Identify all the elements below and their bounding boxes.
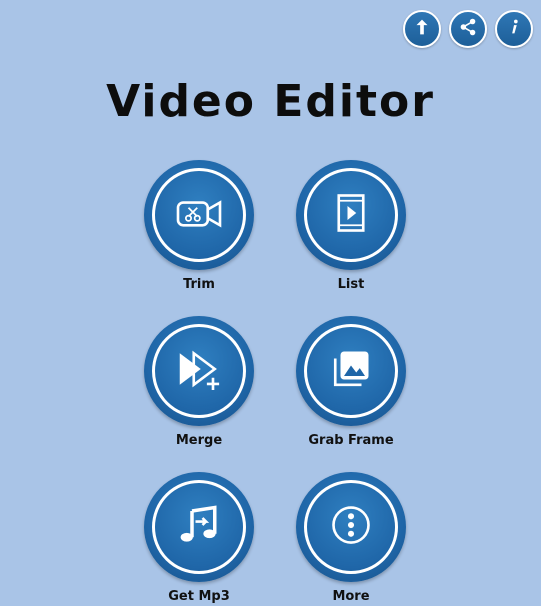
menu-grid: Trim List Merge Grab Frame Get Mp3 More	[140, 160, 410, 606]
upload-button[interactable]	[403, 10, 441, 48]
share-icon	[457, 16, 479, 42]
upload-icon	[411, 16, 433, 42]
share-button[interactable]	[449, 10, 487, 48]
top-toolbar	[403, 10, 533, 48]
more-tile[interactable]: More	[292, 472, 410, 606]
list-label: List	[337, 277, 365, 292]
get-mp3-tile[interactable]: Get Mp3	[140, 472, 258, 606]
grab-frame-label: Grab Frame	[308, 433, 394, 448]
app-title: Video Editor	[106, 76, 435, 127]
more-button[interactable]	[296, 472, 406, 582]
more-label: More	[332, 589, 370, 604]
grab-frame-button[interactable]	[296, 316, 406, 426]
list-button[interactable]	[296, 160, 406, 270]
info-icon	[503, 16, 525, 42]
list-tile[interactable]: List	[292, 160, 410, 294]
merge-button[interactable]	[144, 316, 254, 426]
info-button[interactable]	[495, 10, 533, 48]
trim-label: Trim	[183, 277, 215, 292]
trim-button[interactable]	[144, 160, 254, 270]
merge-label: Merge	[175, 433, 223, 448]
get-mp3-button[interactable]	[144, 472, 254, 582]
get-mp3-label: Get Mp3	[168, 589, 230, 604]
merge-tile[interactable]: Merge	[140, 316, 258, 450]
trim-tile[interactable]: Trim	[140, 160, 258, 294]
grab-frame-tile[interactable]: Grab Frame	[292, 316, 410, 450]
